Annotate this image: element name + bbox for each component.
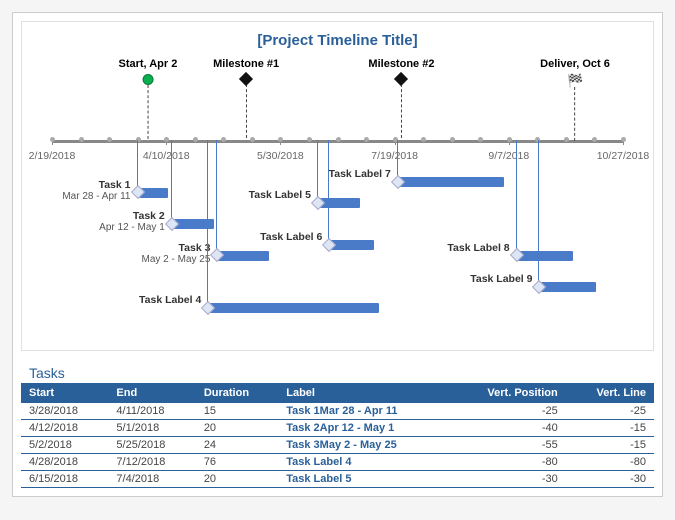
table-row: 6/15/20187/4/201820Task Label 5-30-30 <box>21 471 654 488</box>
task-bar <box>317 198 360 208</box>
task-connector <box>538 140 539 287</box>
milestone: Start, Apr 2 <box>118 58 177 139</box>
col-vert-line: Vert. Line <box>566 383 654 403</box>
axis-tick-label: 7/19/2018 <box>371 150 418 162</box>
task-bar <box>137 188 169 198</box>
task-connector <box>216 140 217 256</box>
axis-tick-label: 4/10/2018 <box>143 150 190 162</box>
axis-tick-label: 9/7/2018 <box>488 150 529 162</box>
axis-tick-label: 2/19/2018 <box>29 150 76 162</box>
col-duration: Duration <box>196 383 278 403</box>
col-end: End <box>108 383 195 403</box>
task-label: Task Label 6 <box>260 231 328 243</box>
task-label: Task Label 8 <box>447 242 515 254</box>
axis-minor-dot <box>336 137 341 142</box>
task-connector <box>207 140 208 308</box>
axis-minor-dot <box>50 137 55 142</box>
flag-icon: 🏁 <box>540 74 610 87</box>
axis-minor-dot <box>107 137 112 142</box>
milestone-label: Start, Apr 2 <box>118 58 177 70</box>
task-label: Task Label 4 <box>139 294 207 306</box>
table-row: 4/12/20185/1/201820Task 2Apr 12 - May 1-… <box>21 420 654 437</box>
document-frame: [Project Timeline Title] 2/19/20184/10/2… <box>12 12 663 497</box>
milestone: Deliver, Oct 6 🏁 <box>540 58 610 141</box>
milestone: Milestone #1 <box>213 58 279 138</box>
task-bar <box>216 251 269 261</box>
start-circle-icon <box>142 74 153 85</box>
task-bar <box>328 240 374 250</box>
axis-minor-dot <box>307 137 312 142</box>
task-connector <box>317 140 318 203</box>
tasks-table: Start End Duration Label Vert. Position … <box>21 383 654 488</box>
chart-title: [Project Timeline Title] <box>22 32 653 49</box>
axis-tick-label: 5/30/2018 <box>257 150 304 162</box>
tasks-table-section: Tasks Start End Duration Label Vert. Pos… <box>21 365 654 488</box>
task-bar <box>397 177 504 187</box>
table-row: 5/2/20185/25/201824Task 3May 2 - May 25-… <box>21 437 654 454</box>
milestone-label: Milestone #1 <box>213 58 279 70</box>
tasks-table-title: Tasks <box>21 365 654 381</box>
axis-minor-dot <box>450 137 455 142</box>
milestone-label: Milestone #2 <box>368 58 434 70</box>
milestone-dash <box>401 84 402 138</box>
milestone: Milestone #2 <box>368 58 434 138</box>
axis-minor-dot <box>278 137 283 142</box>
table-header-row: Start End Duration Label Vert. Position … <box>21 383 654 403</box>
task-bar <box>538 282 595 292</box>
task-label: Task Label 9 <box>470 273 538 285</box>
col-start: Start <box>21 383 108 403</box>
milestone-diamond-icon <box>239 72 253 86</box>
milestone-dash <box>147 85 148 139</box>
task-label: Task Label 7 <box>329 168 397 180</box>
axis-minor-dot <box>507 137 512 142</box>
task-connector <box>171 140 172 224</box>
milestone-label: Deliver, Oct 6 <box>540 58 610 70</box>
task-connector <box>516 140 517 256</box>
axis-tick-label: 10/27/2018 <box>597 150 650 162</box>
table-row: 4/28/20187/12/201876Task Label 4-80-80 <box>21 454 654 471</box>
axis-minor-dot <box>79 137 84 142</box>
task-label: Task 1Mar 28 - Apr 11 <box>62 179 136 202</box>
col-label: Label <box>278 383 449 403</box>
task-bar <box>516 251 573 261</box>
axis-minor-dot <box>193 137 198 142</box>
milestone-diamond-icon <box>394 72 408 86</box>
milestone-dash <box>246 84 247 138</box>
task-label: Task 3May 2 - May 25 <box>142 242 217 265</box>
timeline-axis: 2/19/20184/10/20185/30/20187/19/20189/7/… <box>52 140 623 143</box>
axis-minor-dot <box>621 137 626 142</box>
axis-minor-dot <box>478 137 483 142</box>
timeline-chart: [Project Timeline Title] 2/19/20184/10/2… <box>21 21 654 351</box>
col-vert-position: Vert. Position <box>450 383 566 403</box>
table-row: 3/28/20184/11/201815Task 1Mar 28 - Apr 1… <box>21 403 654 420</box>
task-connector <box>328 140 329 245</box>
task-bar <box>207 303 378 313</box>
task-label: Task Label 5 <box>249 189 317 201</box>
milestone-dash <box>575 87 576 141</box>
task-label: Task 2Apr 12 - May 1 <box>99 210 171 233</box>
